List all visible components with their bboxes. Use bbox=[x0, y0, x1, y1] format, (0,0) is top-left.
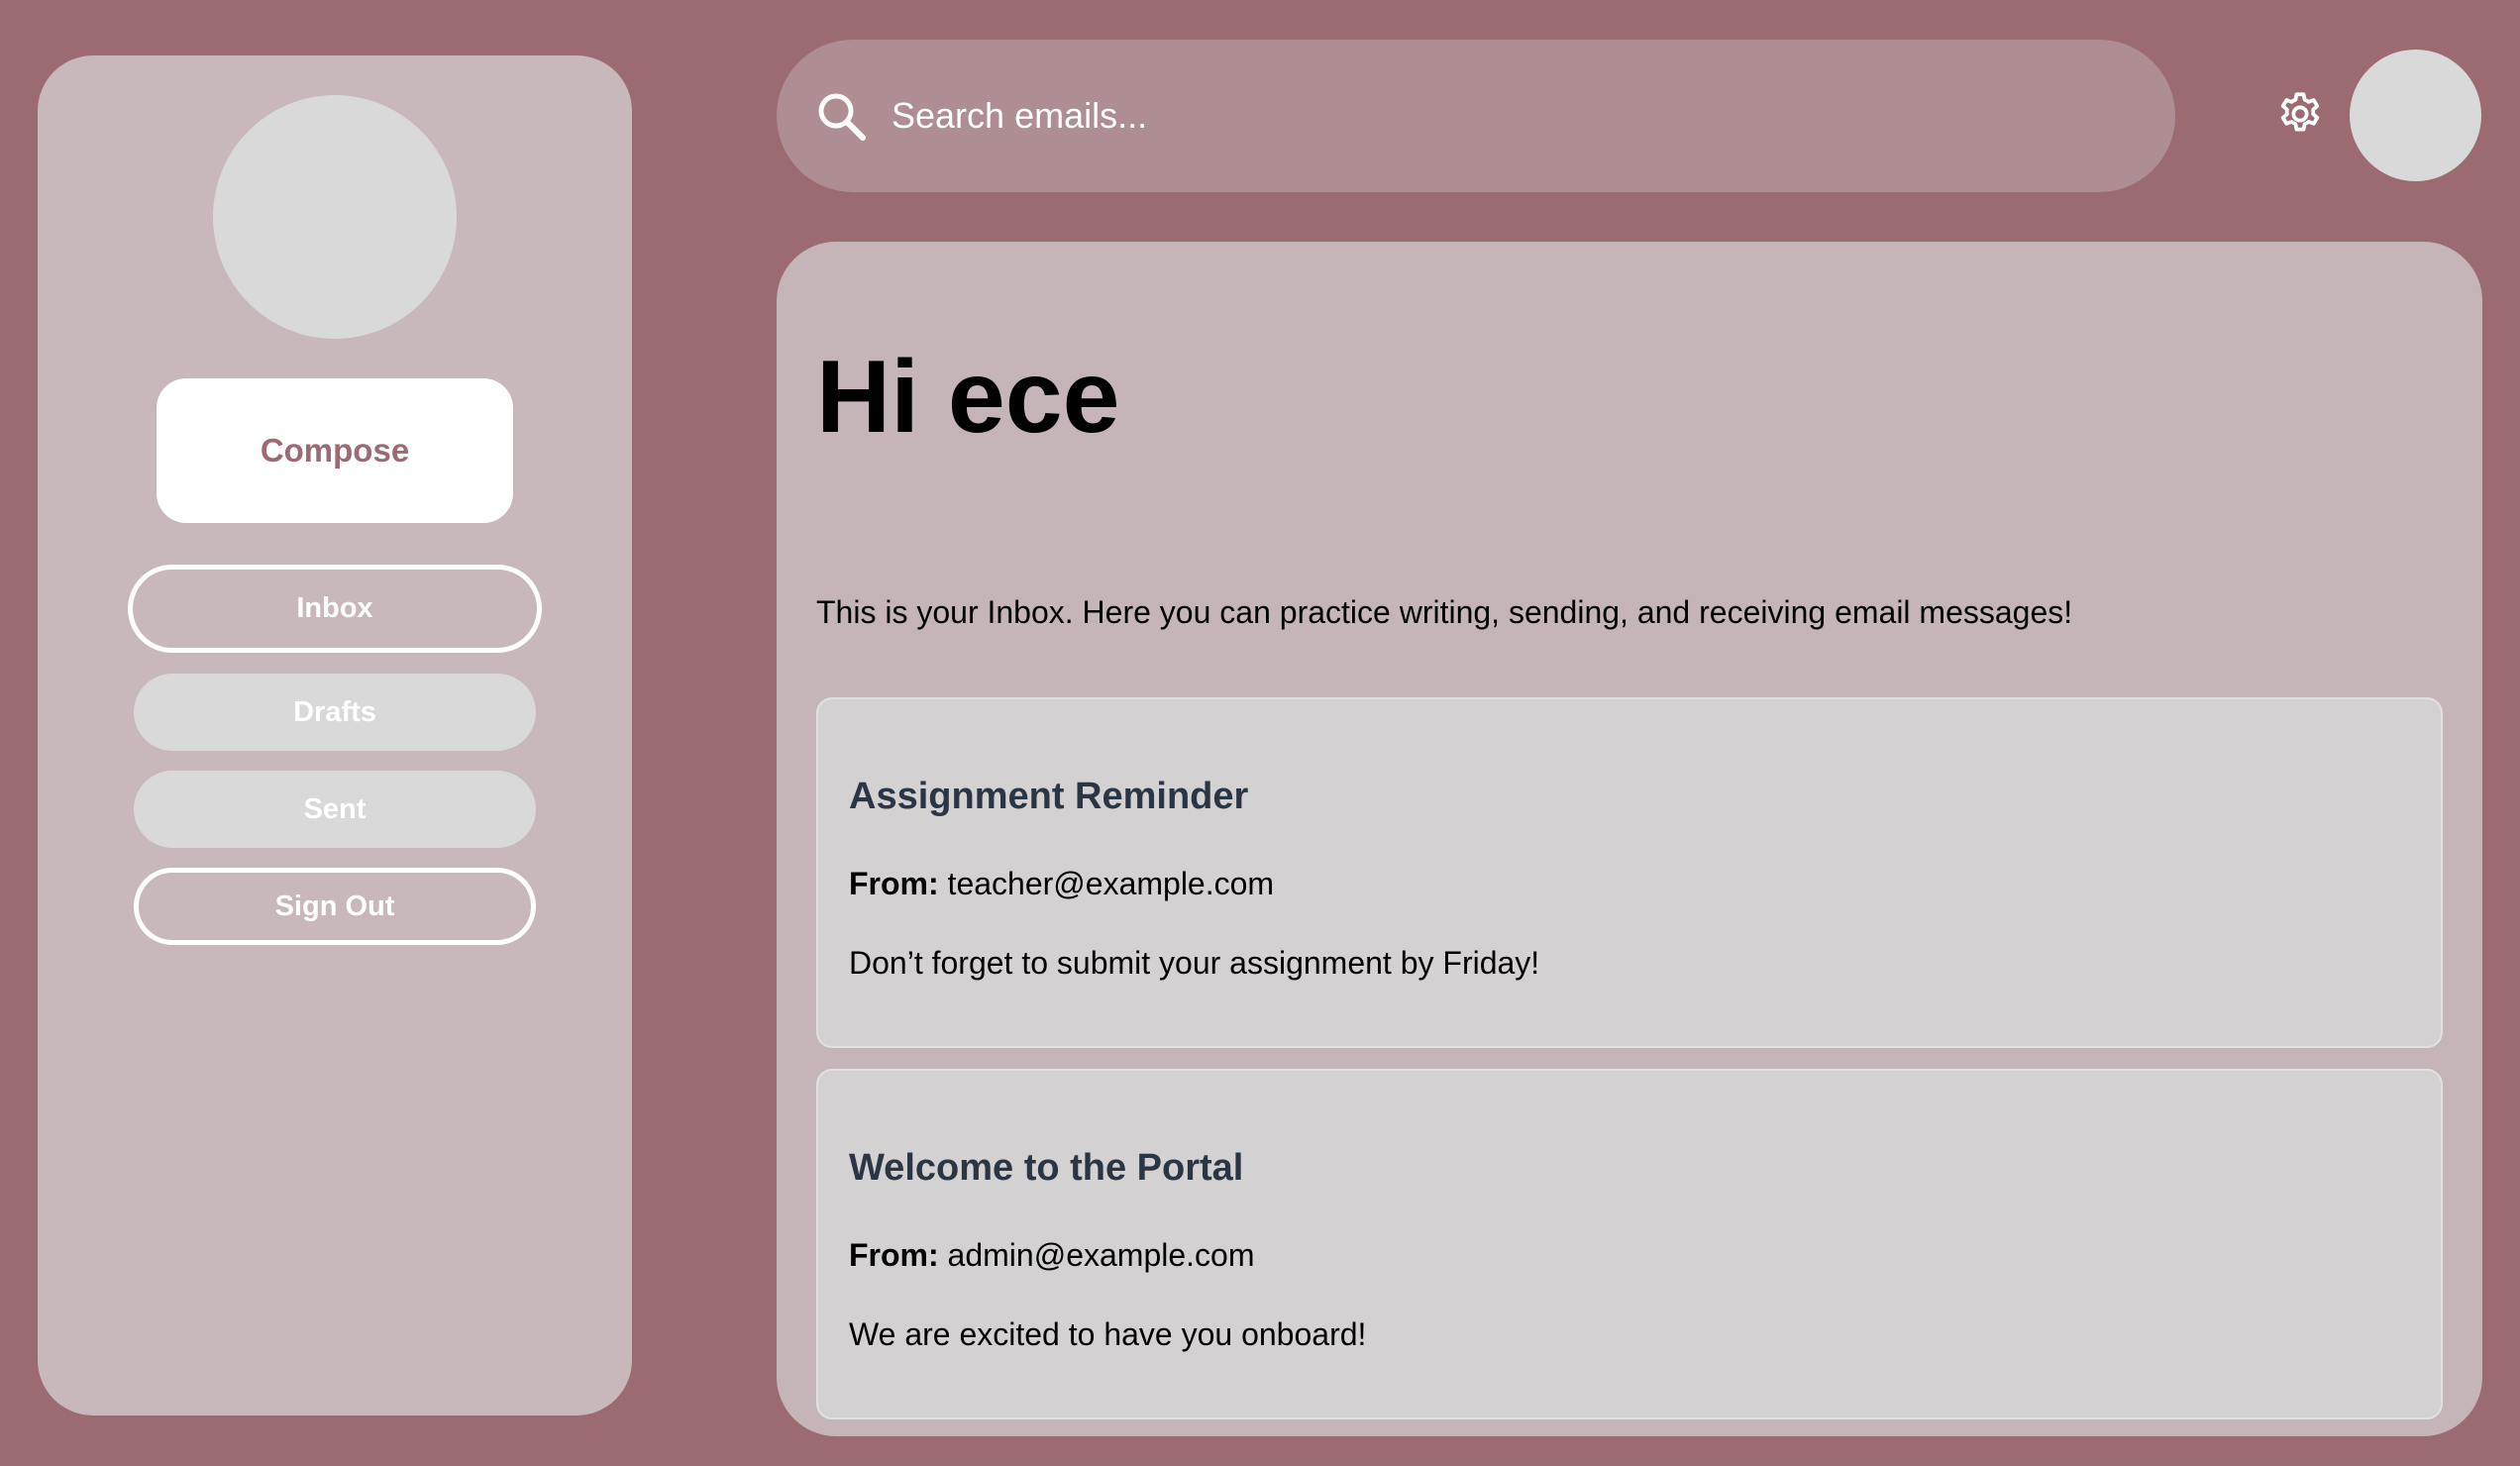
sidebar-item-inbox[interactable]: Inbox bbox=[128, 565, 542, 653]
profile-avatar bbox=[213, 95, 457, 339]
user-avatar[interactable] bbox=[2350, 50, 2481, 181]
search-icon bbox=[814, 89, 868, 143]
email-card[interactable]: Assignment Reminder From: teacher@exampl… bbox=[816, 697, 2443, 1048]
sidebar-item-sent[interactable]: Sent bbox=[134, 771, 536, 848]
inbox-intro: This is your Inbox. Here you can practic… bbox=[816, 594, 2073, 630]
sidebar: Compose Inbox Drafts Sent Sign Out bbox=[38, 55, 632, 1415]
sign-out-button[interactable]: Sign Out bbox=[134, 868, 536, 945]
email-preview: We are excited to have you onboard! bbox=[849, 1316, 1367, 1352]
email-sender: From: admin@example.com bbox=[849, 1237, 1254, 1274]
from-label: From: bbox=[849, 866, 939, 901]
compose-button[interactable]: Compose bbox=[157, 378, 513, 523]
email-preview: Don’t forget to submit your assignment b… bbox=[849, 945, 1540, 981]
email-subject: Welcome to the Portal bbox=[849, 1147, 1244, 1189]
email-card[interactable]: Welcome to the Portal From: admin@exampl… bbox=[816, 1069, 2443, 1419]
inbox-panel: Hi ece This is your Inbox. Here you can … bbox=[777, 242, 2482, 1436]
sender-address: teacher@example.com bbox=[947, 866, 1275, 901]
search-bar[interactable] bbox=[777, 40, 2175, 192]
sidebar-item-drafts[interactable]: Drafts bbox=[134, 674, 536, 751]
gear-icon[interactable] bbox=[2275, 89, 2325, 139]
page-title: Hi ece bbox=[816, 340, 1120, 455]
search-input[interactable] bbox=[890, 75, 2175, 157]
sender-address: admin@example.com bbox=[947, 1237, 1255, 1273]
email-subject: Assignment Reminder bbox=[849, 776, 1249, 817]
email-sender: From: teacher@example.com bbox=[849, 866, 1274, 902]
from-label: From: bbox=[849, 1237, 939, 1273]
